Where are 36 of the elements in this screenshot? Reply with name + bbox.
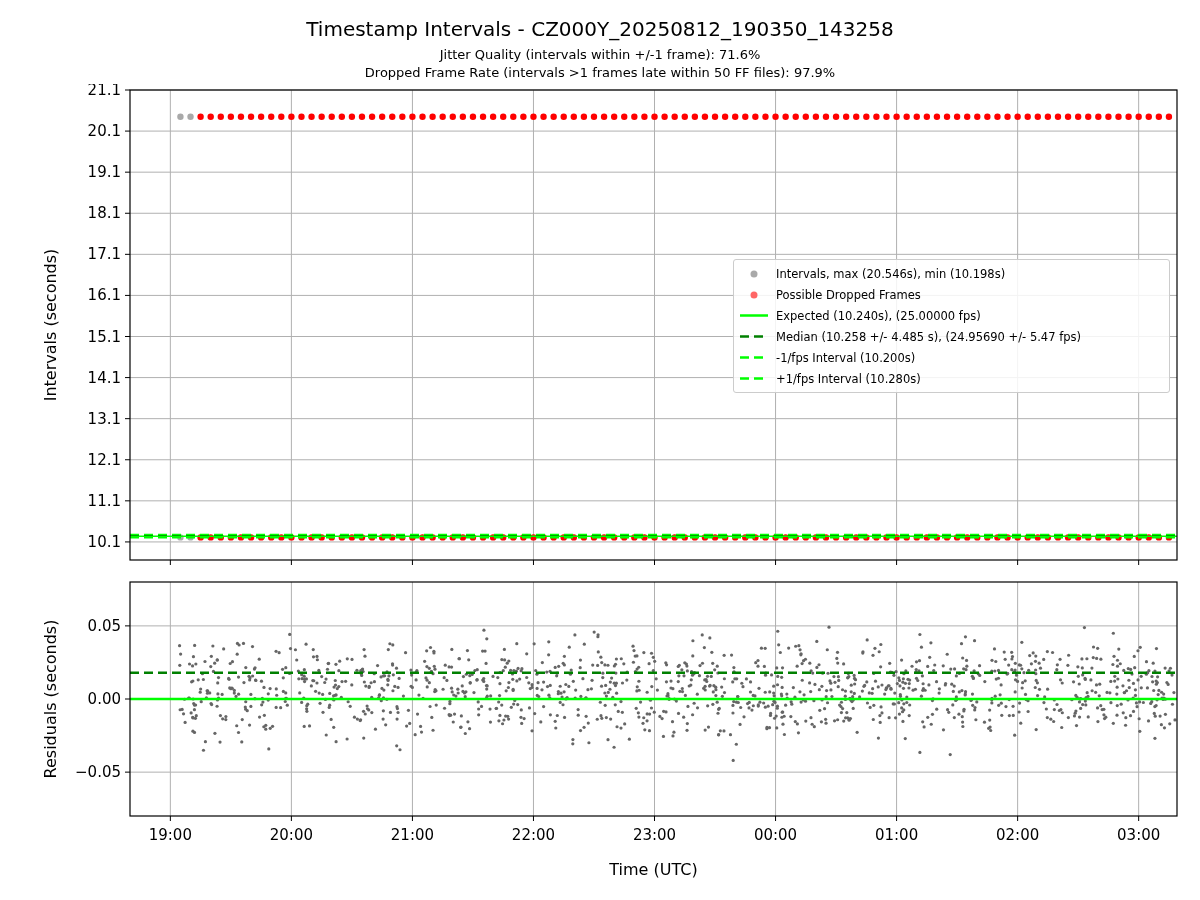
figure-subtitle: Jitter Quality (intervals within +/-1 frame): 71.6% [439,46,761,64]
x-tick-label: 00:00 [753,826,798,844]
y-tick-label: 16.1 [87,286,121,305]
x-tick-label: 22:00 [511,826,556,844]
legend-label: Expected (10.240s), (25.00000 fps) [776,308,981,323]
x-tick-label: 23:00 [632,826,677,844]
y-tick-label: 21.1 [87,84,121,99]
x-axis-label: Time (UTC) [609,860,698,879]
y-tick-label: 18.1 [87,204,121,223]
y-tick-label: −0.05 [75,763,121,782]
legend-label: Possible Dropped Frames [776,287,921,302]
figure-subtitle: Dropped Frame Rate (intervals >1 frames late within 50 FF files): 97.9% [364,64,836,82]
y-tick-label: 0.05 [87,616,121,635]
x-tick-label: 19:00 [148,826,192,844]
legend-label: Median (10.258 +/- 4.485 s), (24.95690 +/- 5.47 fps) [776,329,1081,344]
x-tick-label: 03:00 [1117,826,1161,844]
legend-label: Intervals, max (20.546s), min (10.198s) [776,266,1006,281]
y-tick-label: 19.1 [87,163,121,182]
y-tick-label: 10.1 [87,532,121,551]
x-tick-label: 20:00 [269,826,313,844]
y-tick-label: 12.1 [87,450,121,469]
legend-label: -1/fps Interval (10.200s) [776,350,916,365]
y-tick-label: 15.1 [87,327,121,346]
x-tick-label: 01:00 [874,826,919,844]
y-axis-label: Residuals (seconds) [41,619,60,779]
y-tick-label: 14.1 [87,368,121,387]
y-tick-label: 11.1 [87,491,121,510]
y-tick-label: 0.00 [87,690,121,708]
y-axis-label: Intervals (seconds) [41,248,60,402]
y-tick-label: 20.1 [87,122,121,141]
y-tick-label: 17.1 [87,245,121,264]
legend-label: +1/fps Interval (10.280s) [776,371,921,386]
figure-title: Timestamp Intervals - CZ000Y_20250812_190350_143258 [306,16,894,42]
x-tick-label: 02:00 [996,826,1040,844]
y-tick-label: 13.1 [87,409,121,428]
x-tick-label: 21:00 [390,826,435,844]
